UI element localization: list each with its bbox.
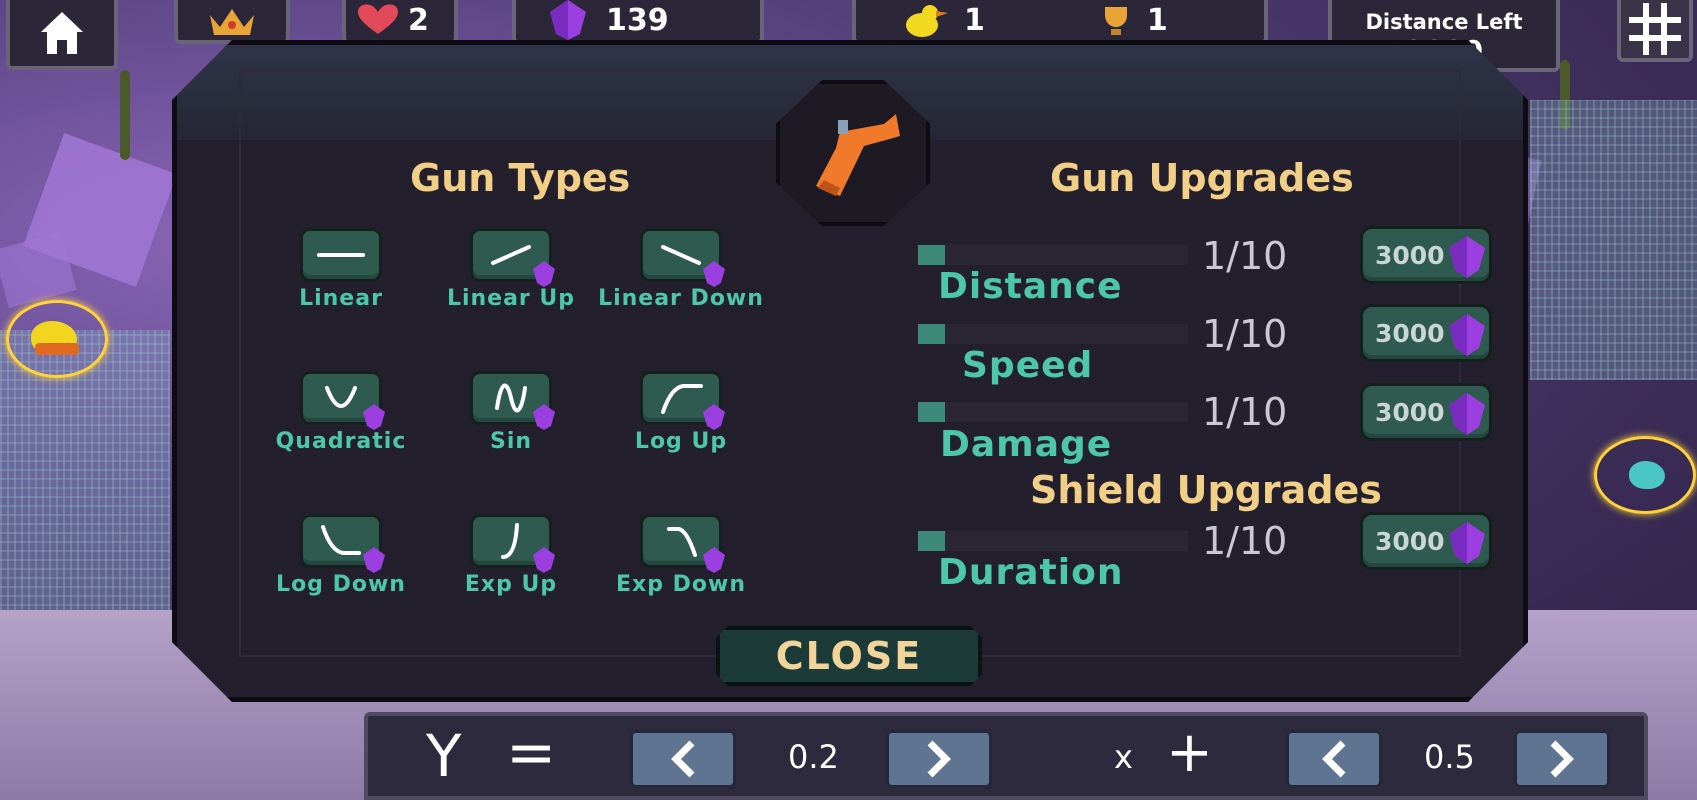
distance-upgrade-label: Distance [938,266,1123,307]
speed-upgrade-label: Speed [962,345,1094,386]
gun-type-label: Log Up [634,429,728,454]
gun-type-label: Linear [299,286,383,311]
gem-icon [550,0,586,40]
level-bar-fill [918,245,945,265]
gem-icon [533,404,555,430]
coefficient-value: 0.2 [788,738,839,776]
gem-icon [703,261,725,287]
chevron-right-icon [1550,740,1574,778]
equation-equals: = [506,718,557,788]
vine [120,70,130,160]
gems-counter: 139 [512,0,764,44]
gun-type-exp-up-button[interactable] [470,514,555,573]
gun-type-linear-button[interactable] [300,228,382,282]
gun-type-label: Linear Down [598,286,764,311]
speed-level-bar [918,324,1188,344]
gun-type-linear-up-button[interactable] [470,228,555,287]
coefficient-increase-button[interactable] [886,730,992,788]
gem-icon [1449,314,1485,356]
birds-trophies-counter: 1 1 [852,0,1268,44]
duration-level-bar [918,531,1188,551]
level-bar-fill [918,402,945,422]
menu-grid-button[interactable] [1617,0,1693,62]
duration-level-text: 1/10 [1202,519,1288,563]
chevron-right-icon [927,740,951,778]
shield-upgrades-title: Shield Upgrades [1030,468,1382,512]
equation-bar: Y = 0.2 x + 0.5 [364,712,1648,800]
gun-type-label: Linear Up [446,286,576,311]
distance-label: Distance Left [1365,10,1523,34]
code-wall-right [1530,100,1697,380]
gun-types-title: Gun Types [410,156,631,200]
gun-type-exp-down-button[interactable] [640,514,725,573]
distance-level-text: 1/10 [1202,234,1288,278]
speed-level-text: 1/10 [1202,312,1288,356]
gem-icon [1449,236,1485,278]
chevron-left-icon [1322,740,1346,778]
enemy-bird [1594,436,1696,514]
gun-type-quadratic-button[interactable] [300,371,385,430]
damage-level-bar [918,402,1188,422]
equation-plus: + [1166,720,1213,785]
gun-type-label: Log Down [276,572,406,597]
duration-upgrade-label: Duration [938,552,1124,593]
player-bird [6,300,108,378]
gun-type-label: Exp Down [616,572,746,597]
crown-slot [174,0,290,44]
crown-icon [210,9,254,35]
gem-icon [363,404,385,430]
gun-type-log-down-button[interactable] [300,514,385,573]
chevron-left-icon [671,740,695,778]
grid-icon [1629,3,1681,55]
equation-x-label: x [1114,738,1133,776]
duck-icon [906,5,948,37]
damage-upgrade-buy-button[interactable]: 3000 [1360,383,1492,441]
trophy-icon [1104,7,1127,35]
cost-value: 3000 [1375,526,1445,556]
gems-value: 139 [606,2,669,38]
close-button[interactable]: CLOSE [716,626,982,686]
constant-increase-button[interactable] [1514,730,1610,788]
gem-icon [703,547,725,573]
gem-icon [363,547,385,573]
gem-icon [533,261,555,287]
constant-value: 0.5 [1424,738,1475,776]
constant-decrease-button[interactable] [1286,730,1382,788]
cost-value: 3000 [1375,240,1445,270]
gem-icon [703,404,725,430]
distance-level-bar [918,245,1188,265]
distance-upgrade-buy-button[interactable]: 3000 [1360,226,1492,284]
home-icon [41,12,83,54]
equation-y-label: Y [426,722,462,790]
lives-value: 2 [408,2,429,38]
damage-upgrade-label: Damage [940,424,1113,465]
coefficient-decrease-button[interactable] [630,730,736,788]
home-button[interactable] [6,0,118,70]
linear-graph-icon [317,253,365,257]
speed-upgrade-buy-button[interactable]: 3000 [1360,304,1492,362]
cost-value: 3000 [1375,318,1445,348]
gun-type-label: Quadratic [275,429,407,454]
level-bar-fill [918,531,945,551]
gun-type-label: Exp Up [464,572,558,597]
cost-value: 3000 [1375,397,1445,427]
lives-counter: 2 [342,0,458,44]
gun-type-log-up-button[interactable] [640,371,725,430]
birds-value: 1 [964,2,985,38]
gun-type-linear-down-button[interactable] [640,228,725,287]
gun-type-sin-button[interactable] [470,371,555,430]
gun-icon [816,114,900,196]
level-bar-fill [918,324,945,344]
gem-icon [1449,393,1485,435]
damage-level-text: 1/10 [1202,390,1288,434]
gem-icon [533,547,555,573]
gun-type-label: Sin [489,429,533,454]
gem-icon [1449,522,1485,564]
trophies-value: 1 [1146,2,1168,38]
heart-icon [358,4,398,34]
duration-upgrade-buy-button[interactable]: 3000 [1360,512,1492,570]
gun-upgrades-title: Gun Upgrades [1050,156,1354,200]
